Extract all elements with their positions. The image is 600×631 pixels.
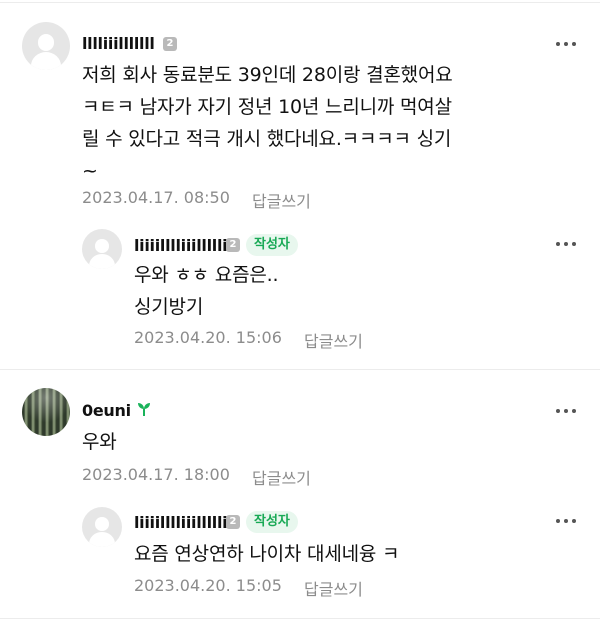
reply-date: 2023.04.20. 15:06 [134,328,282,347]
avatar[interactable] [22,22,70,70]
reply-text: 우와 ㅎㅎ 요즘은.. 싱기방기 [134,264,279,318]
author-badge: 작성자 [246,234,298,256]
more-options-icon[interactable] [556,517,576,525]
comment-date: 2023.04.17. 18:00 [82,465,230,484]
reply-button[interactable]: 답글쓰기 [304,328,363,352]
reply-author-name[interactable]: liiiilllliiilllllii [134,513,233,532]
comment-date: 2023.04.17. 08:50 [82,188,230,207]
more-options-icon[interactable] [556,40,576,48]
reply-button[interactable]: 답글쓰기 [252,465,311,489]
sprout-icon [137,401,151,421]
avatar[interactable] [22,388,70,436]
divider [0,2,600,3]
divider [0,369,600,370]
reply-button[interactable]: 답글쓰기 [304,576,363,600]
reply-author-name[interactable]: liiiilllliiilllllii [134,236,233,255]
author-badge: 작성자 [246,511,298,533]
more-options-icon[interactable] [556,240,576,248]
level-badge: 2 [226,515,240,529]
level-badge: 2 [163,37,177,51]
comment-author-name[interactable]: 0euni [82,401,131,420]
more-options-icon[interactable] [556,407,576,415]
avatar[interactable] [82,229,122,269]
avatar[interactable] [82,507,122,547]
reply-button[interactable]: 답글쓰기 [252,188,311,212]
comment-author-name[interactable]: lllliiilllllll [82,34,155,53]
comment-text: 우와 [82,431,117,453]
comment-text: 저희 회사 동료분도 39인데 28이랑 결혼했어요 ㅋㅌㅋ 남자가 자기 정년… [82,64,453,182]
reply-text: 요즘 연상연하 나이차 대세네융 ㅋ [134,543,400,565]
reply-date: 2023.04.20. 15:05 [134,576,282,595]
level-badge: 2 [226,238,240,252]
divider [0,618,600,619]
